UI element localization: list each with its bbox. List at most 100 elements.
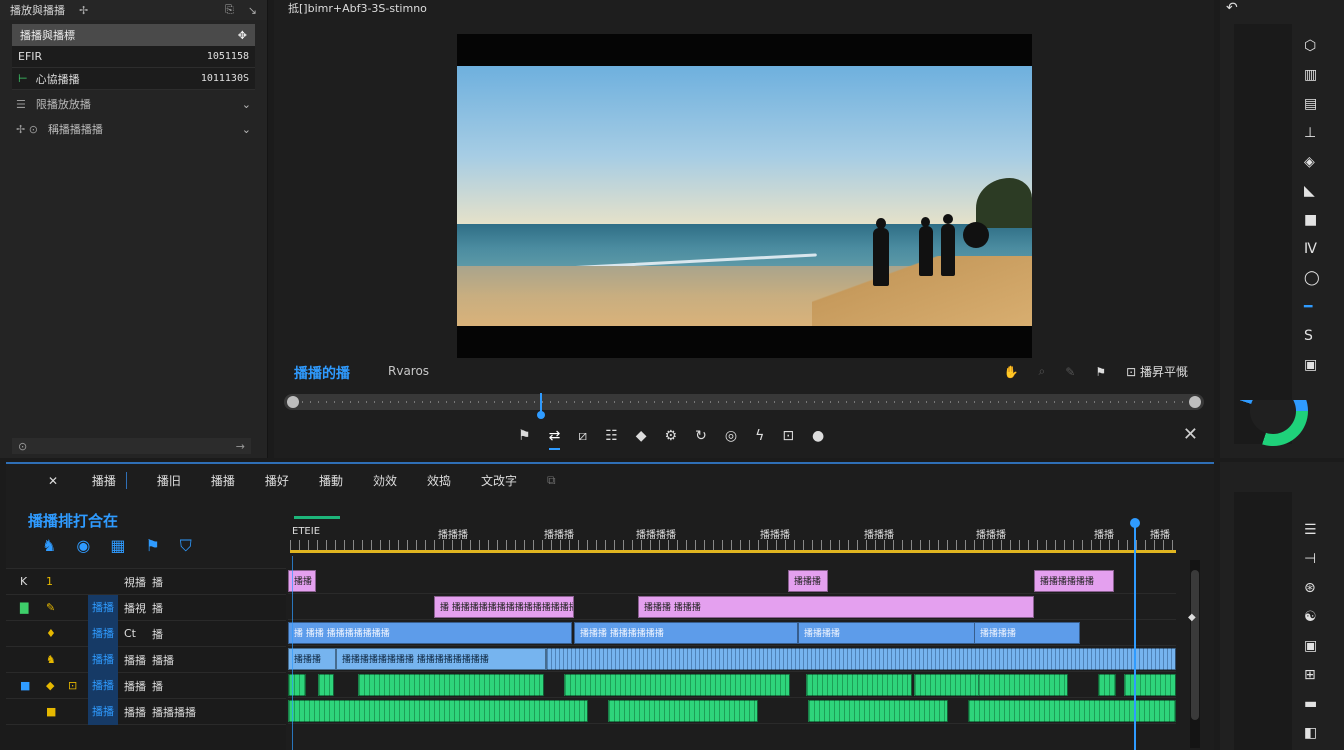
rotate-icon[interactable]: ↻ [695,428,707,450]
track-target[interactable]: 播播 [88,698,118,725]
grid-icon[interactable]: ⊞ [1304,667,1317,683]
move-icon[interactable]: ✥ [238,29,247,42]
timeline-clip[interactable]: 播播播 [788,570,828,592]
back-icon[interactable]: ↶ [1226,0,1238,16]
chevron-down-icon[interactable]: ⌄ [242,98,251,111]
close-icon[interactable]: ✕ [48,474,62,488]
timeline-clip[interactable] [318,674,334,696]
slider-icon[interactable]: ━ [1304,299,1320,315]
track-sync-icon[interactable]: ⊡ [68,679,77,692]
track-visibility-icon[interactable]: ■ [20,679,30,692]
ramp-icon[interactable]: ◣ [1304,183,1320,199]
media-folder[interactable]: ☰ 限播放放播 ⌄ [12,93,255,115]
shield-icon[interactable]: ⛉ [180,536,192,556]
square-icon[interactable]: ■ [1304,212,1320,228]
timeline-clip[interactable] [808,700,948,722]
export-frame-icon[interactable]: ⊡ [782,428,794,450]
timeline-ruler-bar[interactable] [290,550,1176,553]
scrub-start-knob[interactable] [287,396,299,408]
lut-icon[interactable]: Ⅳ [1304,241,1320,257]
align-icon[interactable]: ☰ [1304,522,1317,538]
curve-icon[interactable]: S [1304,328,1320,344]
chevron-down-icon[interactable]: ⌄ [242,123,251,136]
track-target[interactable]: 播播 [88,646,118,673]
timeline-tab[interactable]: 効效 [373,472,397,489]
clip-icon[interactable]: ◧ [1304,725,1317,741]
timeline-tab[interactable]: 文改字 [481,472,517,489]
marker-icon[interactable]: ⚑ [518,428,531,450]
media-folder[interactable]: ✢ ⊙ 稱播播播播 ⌄ [12,118,255,140]
track-lock-icon[interactable]: ♞ [46,653,56,666]
marker-icon[interactable]: ⚑ [145,536,159,556]
flag-icon[interactable]: ⚑ [1095,365,1106,379]
trim-icon[interactable]: ⇄ [548,428,561,450]
pin-icon[interactable]: ◈ [1304,154,1320,170]
monitor-label-right[interactable]: Rvaros [388,364,429,378]
timeline-track[interactable] [288,672,1176,698]
timeline-clip[interactable] [914,674,986,696]
track-target[interactable]: 播播 [88,620,118,647]
timeline-clip[interactable]: 播播播 播播播播播播 [574,622,798,644]
timeline-clip[interactable]: 播播播 播播播 [638,596,1034,618]
mask-icon[interactable]: ⚙ [665,428,678,450]
timeline-playhead[interactable] [1130,518,1140,750]
track-header[interactable]: ♞ 播播 播播 播播 [6,646,286,673]
shape-icon[interactable]: ⬡ [1304,38,1320,54]
track-visibility-icon[interactable]: K [20,575,27,588]
circle-icon[interactable]: ◯ [1304,270,1320,286]
monitor-label-left[interactable]: 播播的播 [294,363,350,383]
timeline-track[interactable]: 播 播播播播播播播播播播播播播播播 播播播 播播播 [288,594,1176,620]
timeline-clip[interactable]: 播播播播播播播播 播播播播播播播播 [336,648,546,670]
timeline-clip[interactable] [288,700,588,722]
timeline-tab[interactable]: 播播 [211,472,235,489]
scrollbar-thumb[interactable] [1191,570,1199,720]
track-header[interactable]: K 1 視播播 [6,569,286,595]
folder-icon[interactable]: ▦ [110,536,125,556]
timeline-clip[interactable] [288,674,306,696]
timeline-clip[interactable] [546,648,1176,670]
track-header[interactable]: ▇ ✎ 播播 播視播 [6,594,286,621]
snap-icon[interactable]: ◉ [76,536,90,556]
arrow-right-icon[interactable]: → [236,440,245,453]
drop-icon[interactable]: ◆ [636,428,647,450]
hand-icon[interactable]: ✋ [1004,365,1019,379]
timeline-clip[interactable] [806,674,912,696]
track-lock-icon[interactable]: 1 [46,575,53,588]
link-icon[interactable]: ⊛ [1304,580,1317,596]
arrow-icon[interactable]: ↘ [248,4,257,17]
timeline-track[interactable]: 播 播播 播播播播播播播 播播播 播播播播播播 播播播播 播播播播 [288,620,1176,646]
timeline-clip[interactable] [608,700,758,722]
timeline-clip[interactable] [1124,674,1176,696]
track-target[interactable] [88,569,118,595]
timeline-track[interactable]: 播播播 播播播播播播播播 播播播播播播播播 [288,646,1176,672]
timeline-clip[interactable] [358,674,544,696]
timeline-clip[interactable]: 播 播播播播播播播播播播播播播播播 [434,596,574,618]
lightning-icon[interactable]: ϟ [755,428,764,450]
razor-icon[interactable]: ♞ [42,536,56,556]
timeline-track[interactable]: 播播 播播播 播播播播播播 [288,568,1176,594]
crop-icon[interactable]: ⧄ [578,428,587,450]
track-lock-icon[interactable]: ■ [46,705,56,718]
more-icon[interactable]: ▬ [1304,696,1317,712]
effect-icon[interactable]: ☯ [1304,609,1317,625]
timeline-ruler-ticks[interactable] [290,540,1176,550]
media-row[interactable]: EFIR 1051158 [12,46,255,68]
level-icon[interactable]: ⊥ [1304,125,1320,141]
settings-icon[interactable]: ⊙ [18,440,27,453]
split-icon[interactable]: ⊣ [1304,551,1317,567]
track-target[interactable]: 播播 [88,672,118,699]
timeline-tab[interactable]: 播旧 [157,472,181,489]
timeline-clip[interactable]: 播播播播 [974,622,1080,644]
track-visibility-icon[interactable]: ▇ [20,601,28,614]
timeline-clip[interactable] [564,674,790,696]
timeline-tab[interactable]: ✕ 播播 [18,471,127,489]
track-lock-icon[interactable]: ✎ [46,601,55,614]
track-lock-icon[interactable]: ◆ [46,679,54,692]
timeline-clip[interactable] [1098,674,1116,696]
track-target[interactable]: 播播 [88,594,118,621]
pin-icon[interactable]: ✢ [79,4,88,17]
close-icon[interactable]: ✕ [1183,424,1198,445]
video-preview[interactable] [457,66,1032,326]
film-icon[interactable]: ▣ [1304,357,1320,373]
color-wheel[interactable] [1238,400,1308,446]
